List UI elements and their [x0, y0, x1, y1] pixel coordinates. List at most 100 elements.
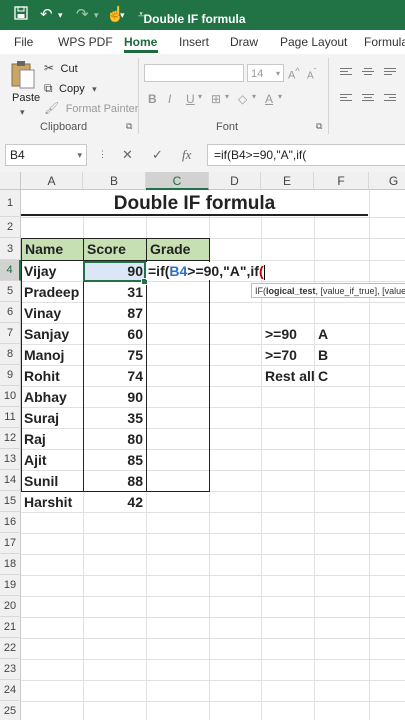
fill-color-dropdown-icon[interactable]: ▾	[252, 92, 256, 101]
font-color-icon[interactable]: A	[265, 92, 273, 106]
cell-score[interactable]: 42	[83, 493, 143, 511]
row-header-6[interactable]: 6	[0, 302, 21, 323]
cell-score[interactable]: 75	[83, 346, 143, 364]
cell-name[interactable]: Manoj	[21, 346, 64, 364]
cell-name[interactable]: Abhay	[21, 388, 67, 406]
row-header-5[interactable]: 5	[0, 281, 21, 302]
paste-button[interactable]: Paste ▾	[8, 60, 40, 120]
column-header-b[interactable]: B	[83, 172, 146, 190]
row-header-24[interactable]: 24	[0, 680, 21, 701]
cell-score[interactable]: 90	[83, 262, 143, 280]
cell-name[interactable]: Harshit	[21, 493, 72, 511]
align-left-icon[interactable]	[340, 94, 352, 103]
row-header-13[interactable]: 13	[0, 449, 21, 470]
column-header-e[interactable]: E	[261, 172, 314, 190]
worksheet-grid[interactable]: A B C D E F G 1 2 3 4 5 6 7 8 9 10 11 12…	[0, 172, 405, 720]
cell-name[interactable]: Raj	[21, 430, 46, 448]
row-header-15[interactable]: 15	[0, 491, 21, 512]
cell-score[interactable]: 85	[83, 451, 143, 469]
column-header-d[interactable]: D	[209, 172, 261, 190]
fill-color-icon[interactable]: ◇	[238, 92, 247, 106]
cell-name[interactable]: Ajit	[21, 451, 47, 469]
row-header-1[interactable]: 1	[0, 190, 21, 217]
tab-wps-pdf[interactable]: WPS PDF	[58, 35, 113, 49]
insert-function-icon[interactable]: fx	[182, 147, 191, 163]
select-all-corner[interactable]	[0, 172, 21, 190]
tab-formulas[interactable]: Formulas	[364, 35, 405, 49]
column-header-a[interactable]: A	[21, 172, 83, 190]
copy-button[interactable]: ⧉ Copy ▾	[44, 79, 97, 97]
cell-score[interactable]: 60	[83, 325, 143, 343]
cut-button[interactable]: ✂ Cut	[44, 59, 78, 77]
italic-button[interactable]: I	[168, 92, 171, 106]
criteria-condition[interactable]: >=70	[262, 346, 297, 364]
cell-name[interactable]: Pradeep	[21, 283, 79, 301]
row-header-14[interactable]: 14	[0, 470, 21, 491]
tab-page-layout[interactable]: Page Layout	[280, 35, 347, 49]
underline-button[interactable]: U	[186, 92, 195, 106]
font-name-field[interactable]	[144, 64, 244, 82]
copy-dropdown-icon[interactable]: ▾	[92, 84, 97, 94]
cell-score[interactable]: 80	[83, 430, 143, 448]
cell-name[interactable]: Suraj	[21, 409, 59, 427]
align-center-icon[interactable]	[362, 94, 374, 103]
enter-check-icon[interactable]: ✓	[152, 147, 163, 163]
cell-score[interactable]: 74	[83, 367, 143, 385]
row-header-9[interactable]: 9	[0, 365, 21, 386]
format-painter-button[interactable]: 🖌 Format Painter	[44, 99, 138, 117]
criteria-grade[interactable]: A	[315, 325, 328, 343]
row-header-11[interactable]: 11	[0, 407, 21, 428]
align-right-icon[interactable]	[384, 94, 396, 103]
font-launcher-icon[interactable]: ⧉	[316, 121, 322, 132]
row-header-16[interactable]: 16	[0, 512, 21, 533]
row-header-17[interactable]: 17	[0, 533, 21, 554]
row-header-23[interactable]: 23	[0, 659, 21, 680]
align-top-icon[interactable]	[340, 68, 352, 77]
font-size-field[interactable]: 14 ▾	[247, 64, 284, 82]
criteria-grade[interactable]: C	[315, 367, 328, 385]
row-header-7[interactable]: 7	[0, 323, 21, 344]
cell-name[interactable]: Sanjay	[21, 325, 69, 343]
row-header-18[interactable]: 18	[0, 554, 21, 575]
criteria-grade[interactable]: B	[315, 346, 328, 364]
font-color-dropdown-icon[interactable]: ▾	[278, 92, 282, 101]
paste-dropdown-icon[interactable]: ▾	[20, 107, 25, 118]
header-name-cell[interactable]: Name	[21, 238, 84, 261]
column-header-f[interactable]: F	[314, 172, 369, 190]
cell-score[interactable]: 90	[83, 388, 143, 406]
cell-name[interactable]: Sunil	[21, 472, 58, 490]
cancel-icon[interactable]: ✕	[122, 147, 133, 163]
sheet-title[interactable]: Double IF formula	[21, 191, 368, 216]
header-grade-cell[interactable]: Grade	[146, 238, 210, 261]
row-header-2[interactable]: 2	[0, 217, 21, 238]
tab-draw[interactable]: Draw	[230, 35, 258, 49]
cell-name[interactable]: Vijay	[21, 262, 56, 280]
cell-score[interactable]: 31	[83, 283, 143, 301]
cell-c4-editor[interactable]: =if(B4>=90,"A",if(	[146, 262, 265, 280]
row-header-10[interactable]: 10	[0, 386, 21, 407]
tab-insert[interactable]: Insert	[179, 35, 209, 49]
row-header-25[interactable]: 25	[0, 701, 21, 720]
row-header-21[interactable]: 21	[0, 617, 21, 638]
borders-icon[interactable]: ⊞	[211, 92, 221, 106]
align-middle-icon[interactable]	[362, 68, 374, 77]
decrease-font-icon[interactable]: Aˇ	[307, 66, 316, 81]
font-size-dropdown-icon[interactable]: ▾	[276, 65, 280, 83]
borders-dropdown-icon[interactable]: ▾	[225, 92, 229, 101]
name-box[interactable]: B4 ▾	[5, 144, 87, 166]
column-header-c[interactable]: C	[146, 172, 209, 190]
row-header-3[interactable]: 3	[0, 238, 21, 260]
cell-score[interactable]: 87	[83, 304, 143, 322]
row-header-4[interactable]: 4	[0, 260, 21, 281]
cell-score[interactable]: 35	[83, 409, 143, 427]
header-score-cell[interactable]: Score	[83, 238, 147, 261]
criteria-condition[interactable]: >=90	[262, 325, 297, 343]
align-bottom-icon[interactable]	[384, 68, 396, 77]
name-box-dropdown-icon[interactable]: ▾	[77, 145, 82, 165]
formula-input[interactable]: =if(B4>=90,"A",if(	[207, 144, 405, 166]
tab-file[interactable]: File	[14, 35, 33, 49]
criteria-condition[interactable]: Rest all	[262, 367, 315, 385]
row-header-12[interactable]: 12	[0, 428, 21, 449]
row-header-22[interactable]: 22	[0, 638, 21, 659]
clipboard-launcher-icon[interactable]: ⧉	[126, 121, 132, 132]
